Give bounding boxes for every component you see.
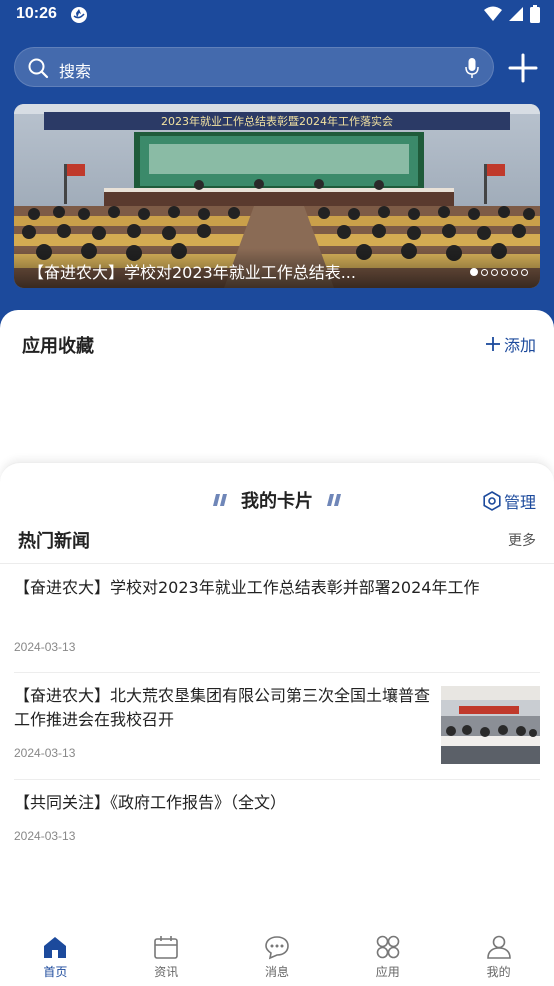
- news-item[interactable]: 【奋进农大】北大荒农垦集团有限公司第三次全国土壤普查工作推进会在我校召开 202…: [14, 684, 430, 774]
- app-notification-icon: [71, 7, 87, 23]
- news-item[interactable]: 【奋进农大】学校对2023年就业工作总结表彰并部署2024年工作 2024-03…: [14, 576, 540, 666]
- carousel-dot: [521, 268, 528, 276]
- title-decoration-right-icon: [327, 494, 341, 506]
- cards-title: 我的卡片: [241, 491, 313, 512]
- nav-profile[interactable]: 我的: [443, 928, 554, 986]
- person-icon: [486, 935, 511, 959]
- search-icon: [28, 58, 49, 79]
- favorites-title: 应用收藏: [22, 336, 94, 357]
- divider: [0, 563, 554, 564]
- divider: [14, 779, 540, 780]
- app-favorites-section: 应用收藏 添加: [0, 310, 554, 480]
- microphone-icon[interactable]: [465, 57, 479, 79]
- add-favorite-button[interactable]: 添加: [485, 332, 536, 356]
- more-news-link[interactable]: 更多: [508, 530, 536, 550]
- add-button[interactable]: [506, 51, 540, 85]
- apps-grid-icon: [376, 935, 400, 959]
- nav-label-apps: 应用: [375, 965, 400, 979]
- status-time: 10:26: [16, 5, 57, 22]
- news-date: 2024-03-13: [14, 746, 76, 760]
- hot-news-title: 热门新闻: [18, 531, 90, 552]
- gear-icon: [483, 491, 501, 511]
- carousel-dot: [491, 268, 498, 276]
- news-title: 【共同关注】《政府工作报告》（全文）: [14, 793, 287, 812]
- manage-cards-button[interactable]: 管理: [482, 489, 536, 513]
- news-date: 2024-03-13: [14, 829, 76, 843]
- nav-label-home: 首页: [43, 965, 68, 979]
- news-date: 2024-03-13: [14, 640, 76, 654]
- carousel-dot: [501, 268, 508, 276]
- carousel-dot: [481, 268, 488, 276]
- bottom-navigation: 首页 资讯 消息 应用 我的: [0, 928, 554, 986]
- news-title: 【奋进农大】北大荒农垦集团有限公司第三次全国土壤普查工作推进会在我校召开: [14, 686, 431, 729]
- manage-label: 管理: [503, 493, 536, 512]
- nav-home[interactable]: 首页: [0, 928, 111, 986]
- banner-caption[interactable]: 【奋进农大】学校对2023年就业工作总结表...: [28, 259, 408, 283]
- carousel-indicator: [470, 268, 528, 276]
- calendar-icon: [154, 936, 178, 959]
- divider: [14, 672, 540, 673]
- nav-label-messages: 消息: [264, 965, 289, 979]
- battery-icon: [530, 5, 540, 23]
- news-item[interactable]: 【共同关注】《政府工作报告》（全文） 2024-03-13: [14, 791, 540, 851]
- nav-label-profile: 我的: [486, 965, 511, 979]
- nav-news[interactable]: 资讯: [111, 928, 222, 986]
- banner-carousel[interactable]: 2023年就业工作总结表彰暨2024年工作落实会 【奋进农大】学校对2023年就…: [14, 104, 540, 288]
- carousel-dot: [470, 268, 478, 276]
- news-title: 【奋进农大】学校对2023年就业工作总结表彰并部署2024年工作: [14, 578, 480, 597]
- status-bar: 10:26: [0, 0, 554, 30]
- banner-backdrop-text: 2023年就业工作总结表彰暨2024年工作落实会: [161, 114, 393, 128]
- home-icon: [44, 937, 67, 958]
- status-indicators: [484, 5, 540, 23]
- nav-messages[interactable]: 消息: [222, 928, 333, 986]
- search-placeholder: 搜索: [59, 62, 92, 81]
- signal-icon: [509, 7, 523, 21]
- plus-icon: [485, 337, 500, 351]
- add-favorite-label: 添加: [503, 336, 536, 355]
- search-input[interactable]: 搜索: [14, 47, 494, 87]
- news-thumbnail[interactable]: [441, 686, 540, 764]
- chat-bubble-icon: [265, 936, 289, 960]
- cards-title-row: 我的卡片: [0, 487, 554, 513]
- nav-label-news: 资讯: [154, 965, 179, 979]
- wifi-icon: [484, 6, 502, 21]
- carousel-dot: [511, 268, 518, 276]
- nav-apps[interactable]: 应用: [332, 928, 443, 986]
